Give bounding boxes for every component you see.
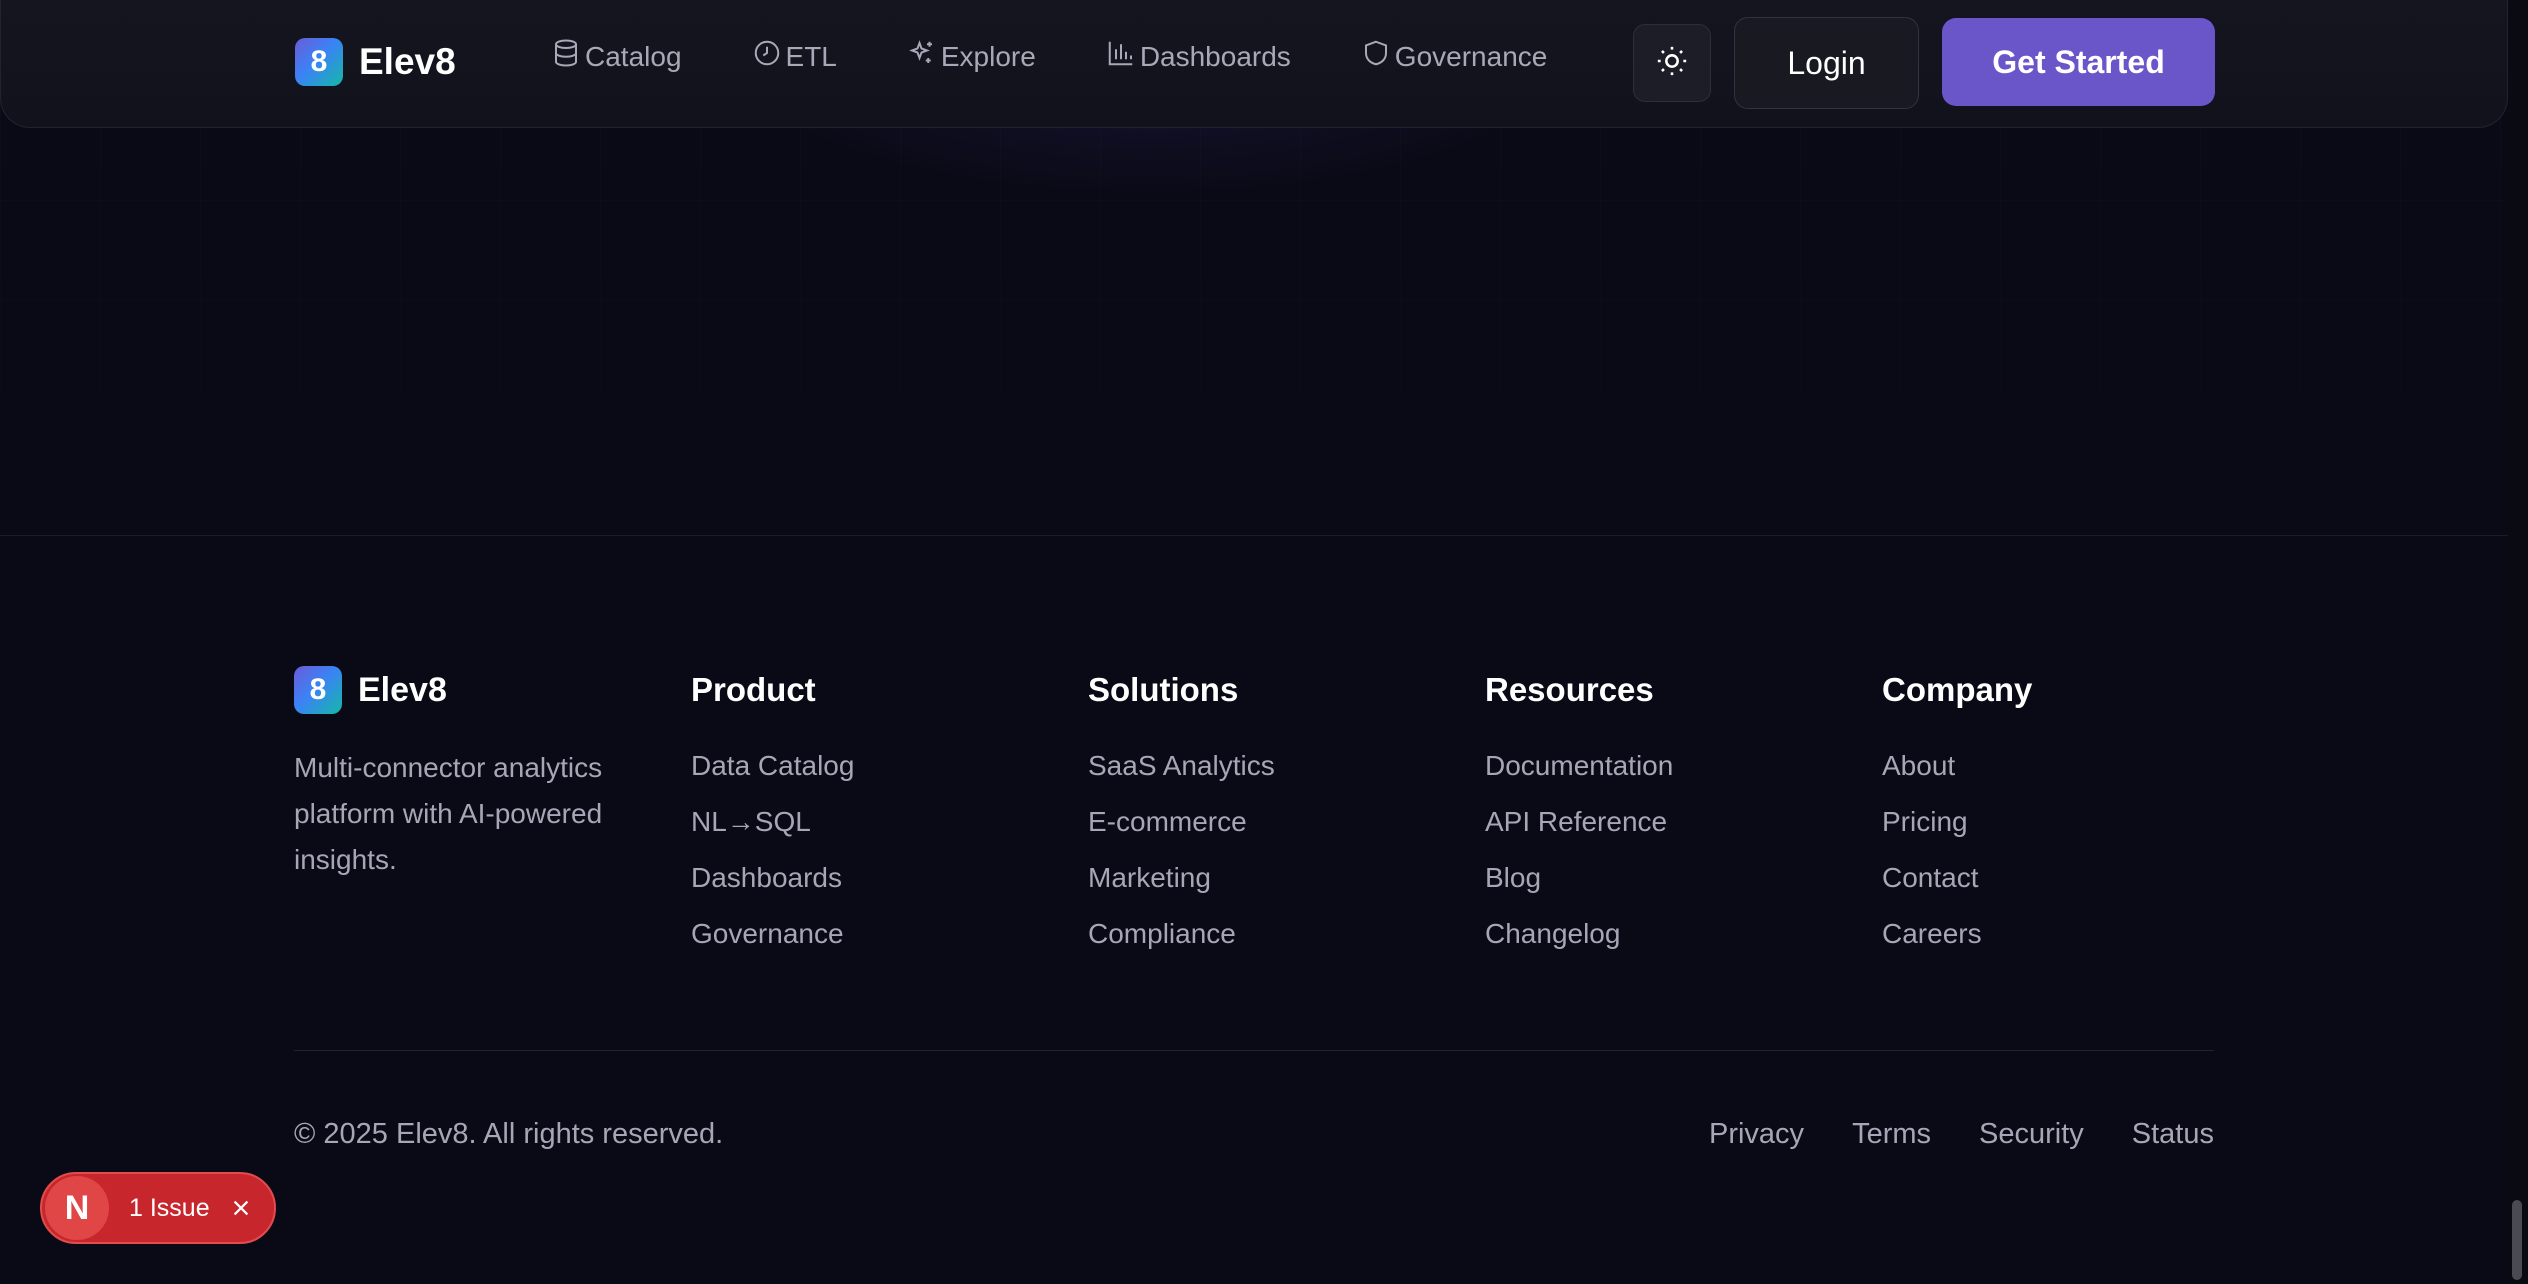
footer-link[interactable]: Careers: [1882, 906, 2032, 962]
legal-link-terms[interactable]: Terms: [1852, 1118, 1931, 1151]
nav-item-catalog[interactable]: Catalog: [551, 38, 682, 75]
issues-count: 1 Issue: [129, 1193, 210, 1222]
brand-name: Elev8: [359, 41, 456, 82]
nav-item-label: Catalog: [585, 40, 682, 72]
brand-logo-mark: 8: [294, 666, 342, 714]
footer-tagline: Multi-connector analytics platform with …: [294, 752, 603, 875]
scrollbar-track[interactable]: [2508, 0, 2528, 1284]
footer-column-title: Product: [691, 671, 816, 708]
footer-link[interactable]: Dashboards: [691, 850, 854, 906]
nav-item-label: Explore: [940, 40, 1036, 72]
brand-logo-mark: 8: [295, 38, 343, 86]
issues-indicator[interactable]: N 1 Issue: [40, 1172, 276, 1244]
sparkles-icon: [907, 38, 937, 75]
nav-item-explore[interactable]: Explore: [907, 38, 1036, 75]
nav-item-etl[interactable]: ETL: [752, 38, 837, 75]
close-icon[interactable]: [226, 1193, 256, 1223]
database-icon: [551, 38, 581, 75]
login-button[interactable]: Login: [1734, 17, 1919, 109]
footer-column-company: Company About Pricing Contact Careers: [1882, 670, 2032, 962]
footer-link[interactable]: Changelog: [1485, 906, 1673, 962]
brand-name: Elev8: [358, 670, 447, 709]
get-started-button[interactable]: Get Started: [1942, 18, 2215, 106]
clock-icon: [752, 38, 782, 75]
footer-column-product: Product Data Catalog NL→SQL Dashboards G…: [691, 670, 854, 962]
theme-toggle-button[interactable]: [1633, 24, 1711, 102]
bar-chart-icon: [1106, 38, 1136, 75]
footer-column-title: Resources: [1485, 671, 1654, 708]
footer-divider: [294, 1050, 2214, 1051]
footer-link[interactable]: E-commerce: [1088, 794, 1275, 850]
shield-icon: [1361, 38, 1391, 75]
nav-item-label: Dashboards: [1139, 40, 1291, 72]
nav-item-dashboards[interactable]: Dashboards: [1106, 38, 1291, 75]
footer-link[interactable]: SaaS Analytics: [1088, 738, 1275, 794]
brand-logo[interactable]: 8 Elev8: [295, 38, 456, 86]
section-divider: [0, 535, 2508, 536]
footer-link[interactable]: Pricing: [1882, 794, 2032, 850]
legal-link-status[interactable]: Status: [2132, 1118, 2214, 1151]
main-nav: Catalog ETL Explore Dashboards Governanc…: [551, 38, 1547, 75]
footer-link[interactable]: Data Catalog: [691, 738, 854, 794]
top-navbar: 8 Elev8 Catalog ETL Explore Dashboards G…: [0, 0, 2508, 128]
nav-item-label: Governance: [1394, 40, 1548, 72]
scrollbar-thumb[interactable]: [2512, 1200, 2522, 1280]
footer-column-solutions: Solutions SaaS Analytics E-commerce Mark…: [1088, 670, 1275, 962]
footer-column-resources: Resources Documentation API Reference Bl…: [1485, 670, 1673, 962]
footer-link[interactable]: Blog: [1485, 850, 1673, 906]
footer-link[interactable]: API Reference: [1485, 794, 1673, 850]
footer-link[interactable]: Governance: [691, 906, 854, 962]
footer-column-title: Solutions: [1088, 671, 1239, 708]
footer-link[interactable]: About: [1882, 738, 2032, 794]
legal-link-security[interactable]: Security: [1979, 1118, 2084, 1151]
footer-link[interactable]: Compliance: [1088, 906, 1275, 962]
footer-column-title: Company: [1882, 671, 2033, 708]
nav-item-governance[interactable]: Governance: [1361, 38, 1548, 75]
footer-link[interactable]: Documentation: [1485, 738, 1673, 794]
footer-link[interactable]: NL→SQL: [691, 794, 854, 850]
footer-link[interactable]: Marketing: [1088, 850, 1275, 906]
footer-brand-logo[interactable]: 8 Elev8: [294, 666, 447, 714]
footer-link[interactable]: Contact: [1882, 850, 2032, 906]
legal-links: Privacy Terms Security Status: [1709, 1118, 2214, 1151]
copyright-text: © 2025 Elev8. All rights reserved.: [294, 1118, 724, 1150]
legal-link-privacy[interactable]: Privacy: [1709, 1118, 1804, 1151]
nav-item-label: ETL: [785, 40, 837, 72]
nextjs-logo-icon: N: [45, 1176, 109, 1240]
sun-icon: [1655, 44, 1689, 83]
